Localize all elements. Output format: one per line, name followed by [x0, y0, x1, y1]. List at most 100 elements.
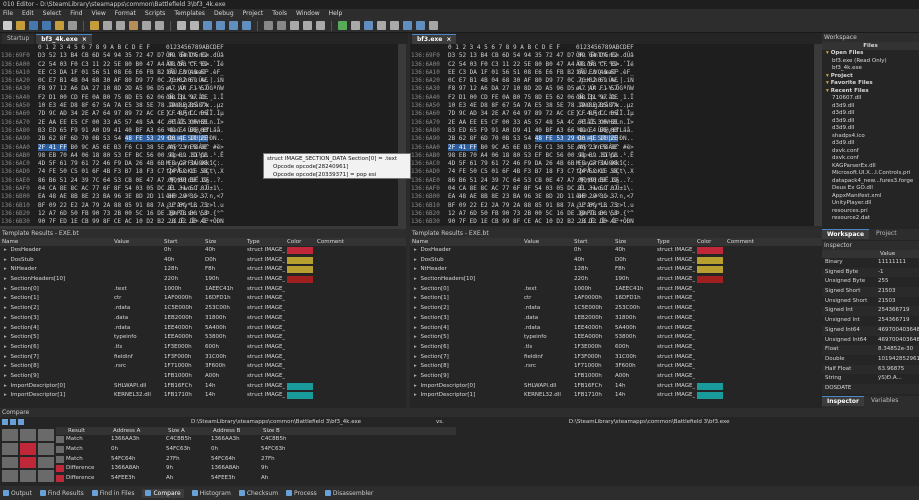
- hex-bytes[interactable]: D3 52 13 B4 CB 6D 54 94 35 72 47 D7 09 6…: [38, 52, 208, 60]
- expand-arrow-icon[interactable]: ▸: [412, 363, 419, 369]
- hex-bytes[interactable]: BF 09 22 E2 2A 79 2A 88 85 91 88 7A 3E 6…: [448, 202, 618, 210]
- column-header-name[interactable]: Name: [0, 238, 112, 246]
- inspector-row[interactable]: Binary 11111111: [822, 258, 919, 268]
- menu-project[interactable]: Project: [243, 9, 264, 19]
- hex-row[interactable]: 136:6AE0 86 B6 51 24 39 7C 64 53 CB 0E 47…: [410, 177, 814, 185]
- expand-arrow-icon[interactable]: ▸: [2, 354, 9, 360]
- hex-ascii[interactable]: ..í.Ë..Î¬.Ò²+ÒÐN: [570, 218, 668, 226]
- expand-arrow-icon[interactable]: ▸: [412, 305, 419, 311]
- run-icon[interactable]: [338, 21, 347, 30]
- column-header-value[interactable]: Value: [112, 238, 162, 246]
- hex-row[interactable]: 136:6AD0 74 FE 50 C5 01 6F 4B F3 B7 18 F3…: [410, 168, 814, 176]
- workspace-item[interactable]: ▾ Project: [822, 73, 919, 81]
- template-row[interactable]: ▸ Section[3] .data 1EB2000h 31800h struct IM…: [0, 314, 406, 324]
- hex-right-scrollbar[interactable]: [814, 44, 822, 226]
- template-row[interactable]: ▸ Section[5] typeinfo 1EEA000h 53800h struct…: [410, 333, 822, 343]
- hex-ascii[interactable]: M_ayarFùÚ&KkîÇ:.: [160, 160, 258, 168]
- expand-arrow-icon[interactable]: ▸: [2, 266, 9, 272]
- bottom-tab-disassembler[interactable]: Disassembler: [324, 490, 373, 497]
- template-row[interactable]: ▸ Section[0] .text 1000h 1AEEC41h struct IMA…: [410, 285, 822, 295]
- hex-bytes[interactable]: F8 97 12 A6 DA 27 10 8D 2D A5 96 D5 47 A…: [448, 85, 618, 93]
- workspace-item[interactable]: shadps4.ico: [822, 133, 919, 141]
- template-row[interactable]: ▸ Section[1] ctr 1AF0000h 16DFD1h struct IMA…: [410, 294, 822, 304]
- hex-ascii[interactable]: .¶Q$9|dSË.G§..?.: [160, 177, 258, 185]
- template-row[interactable]: ▸ Section[2] .rdata 1C5E000h 253C00h struct …: [410, 304, 822, 314]
- menu-file[interactable]: File: [3, 9, 13, 19]
- menu-format[interactable]: Format: [115, 9, 136, 19]
- hex-bytes[interactable]: 7D 9C AD 34 2E A7 64 97 89 72 AC CE CF 8…: [38, 110, 208, 118]
- hex-ascii[interactable]: .ªîåÏ.3¥WHZLn.Ï>: [570, 119, 668, 127]
- hex-bytes[interactable]: 10 E3 4E D8 8F 67 5A 7A E5 38 5E 78 19 8…: [38, 102, 208, 110]
- hex-ascii[interactable]: }..4.§d..r¬ÎÏ.Ìµ: [160, 110, 258, 118]
- hex-row[interactable]: 136:6A20 0C E7 B1 4B 04 68 30 AF 80 D9 77…: [410, 77, 814, 85]
- hex-row[interactable]: 136:6A00 C2 54 03 F0 C3 11 22 5E 80 B0 47…: [410, 61, 814, 69]
- hex-left-scrollbar[interactable]: [398, 44, 406, 226]
- expand-arrow-icon[interactable]: ▸: [2, 363, 9, 369]
- hex-ascii[interactable]: .ç±K.h0¯.Ùw.|.iN: [570, 77, 668, 85]
- close-tab-icon[interactable]: ×: [82, 36, 87, 43]
- column-header-name[interactable]: Name: [410, 238, 522, 246]
- hex-bytes[interactable]: EE C3 DA 1F 01 56 51 08 E6 E6 FB B2 03 E…: [448, 69, 618, 77]
- menu-scripts[interactable]: Scripts: [145, 9, 166, 19]
- bottom-tab-histogram[interactable]: Histogram: [191, 490, 231, 497]
- hex-ascii[interactable]: ÂT.ðÃ."^.°G¤.`Ïé: [160, 61, 258, 69]
- hex-bytes[interactable]: F2 D1 00 CD FE 0A B0 75 8D E5 62 06 B8 3…: [38, 94, 208, 102]
- inspector-row[interactable]: Signed Int64 469700403648...: [822, 325, 919, 336]
- template-row[interactable]: ▸ ImportDescriptor[0] SHLWAPI.dll 1FB16FCh…: [0, 382, 406, 392]
- expand-arrow-icon[interactable]: ▸: [2, 305, 9, 311]
- template-row[interactable]: ▸ Section[8] .rsrc 1F71000h 3F600h struct IM…: [0, 362, 406, 372]
- inspector-row[interactable]: Unsigned Short 21503: [822, 297, 919, 307]
- hex-ascii[interactable]: /Aÿ°.¥n³öÁ8^ #ë>: [570, 144, 668, 152]
- column-header-value[interactable]: Value: [522, 238, 572, 246]
- template-row[interactable]: ▸ Section[4] .rdata 1EE4000h 5A400h struct I…: [410, 324, 822, 334]
- menu-help[interactable]: Help: [329, 9, 343, 19]
- template-row[interactable]: ▸ Section[8] .rsrc 1F71000h 3F600h struct IM…: [410, 362, 822, 372]
- workspace-item[interactable]: bf3_4k.exe: [822, 65, 919, 73]
- expand-arrow-icon[interactable]: ▸: [2, 383, 9, 389]
- inspector-value[interactable]: 21503: [878, 297, 919, 307]
- compare-map-block[interactable]: [38, 429, 54, 441]
- inspector-row[interactable]: Double 101942852961...: [822, 355, 919, 365]
- compare-column-size-a[interactable]: Size A: [166, 427, 211, 435]
- replace-icon[interactable]: [203, 21, 212, 30]
- inspector-value[interactable]: 255: [878, 277, 919, 287]
- hex-bytes[interactable]: 74 FE 50 C5 01 6F 4B F3 B7 18 F3 C7 74 5…: [38, 168, 208, 176]
- column-header-size[interactable]: Size: [203, 238, 245, 246]
- hex-ascii[interactable]: ³íeù. ÙA@¿£fLäå.: [570, 127, 668, 135]
- inspector-value[interactable]: 469700403648...: [878, 336, 919, 346]
- bottom-tab-find-results[interactable]: Find Results: [39, 490, 84, 497]
- hex-ascii[interactable]: ..í.Ë..Î¬.Ò²+ÒÐN: [160, 218, 258, 226]
- find-next-icon[interactable]: [190, 21, 199, 30]
- hex-ascii[interactable]: ø..¦Ú'..-¥.ÕGªñW: [160, 85, 258, 93]
- compare-overview-map[interactable]: [0, 427, 56, 484]
- compare-map-block[interactable]: [2, 442, 18, 455]
- hex-row[interactable]: 136:6A10 EE C3 DA 1F 01 56 51 08 E6 E6 FB…: [410, 69, 814, 77]
- menu-debug[interactable]: Debug: [214, 9, 234, 19]
- workspace-item[interactable]: dxvk.conf: [822, 155, 919, 163]
- hex-bytes[interactable]: EE C3 DA 1F 01 56 51 08 E6 E6 FB B2 03 E…: [38, 69, 208, 77]
- hex-ascii[interactable]: +b.mp.STHþS)ÐN..: [160, 135, 258, 143]
- expand-arrow-icon[interactable]: ▸: [412, 276, 419, 282]
- hex-row[interactable]: 136:69F0 D3 52 13 B4 CB 6D 54 94 35 72 47…: [410, 52, 814, 60]
- hex-row[interactable]: 136:69F0 D3 52 13 B4 CB 6D 54 94 35 72 47…: [0, 52, 398, 60]
- hex-row[interactable]: 136:6A50 10 E3 4E D8 8F 67 5A 7A E5 38 5E…: [410, 102, 814, 110]
- template-row[interactable]: ▸ ImportDescriptor[1] KERNEL32.dll 1FB1710…: [410, 391, 822, 401]
- hex-ascii[interactable]: .ç±K.h0¯.Ùw.|.iN: [160, 77, 258, 85]
- inspector-value[interactable]: 63.96875: [878, 365, 919, 375]
- compare-prev-icon[interactable]: [10, 419, 16, 425]
- inspector-row[interactable]: Unsigned Int 254366719: [822, 316, 919, 326]
- hex-row[interactable]: 136:6A70 2E AA EE E5 CF 00 33 A5 57 48 5A…: [0, 119, 398, 127]
- hex-ascii[interactable]: M_ayarFùÚ&KkîÇ:.: [570, 160, 668, 168]
- tab-bf3-exe[interactable]: bf3.exe ×: [412, 34, 457, 44]
- inspector-row[interactable]: Signed Int 254366719: [822, 306, 919, 317]
- inspector-value[interactable]: 254366719: [878, 306, 919, 316]
- hex-ascii[interactable]: .Ê..¬wo.T..Ü±1\.: [160, 185, 258, 193]
- compare-map-block[interactable]: [2, 470, 18, 482]
- hex-mode-icon[interactable]: [264, 21, 273, 30]
- tab-startup[interactable]: Startup: [2, 34, 35, 44]
- hex-ascii[interactable]: .Ê..¬wo.T..Ü±1\.: [570, 185, 668, 193]
- hex-ascii[interactable]: îÃÚ..VQ.ææû².èF_: [570, 69, 668, 77]
- column-header-color[interactable]: Color: [695, 238, 725, 246]
- workspace-item[interactable]: d3d9.dll: [822, 103, 919, 111]
- hex-ascii[interactable]: ¿."â*y*....z>l.u: [570, 202, 668, 210]
